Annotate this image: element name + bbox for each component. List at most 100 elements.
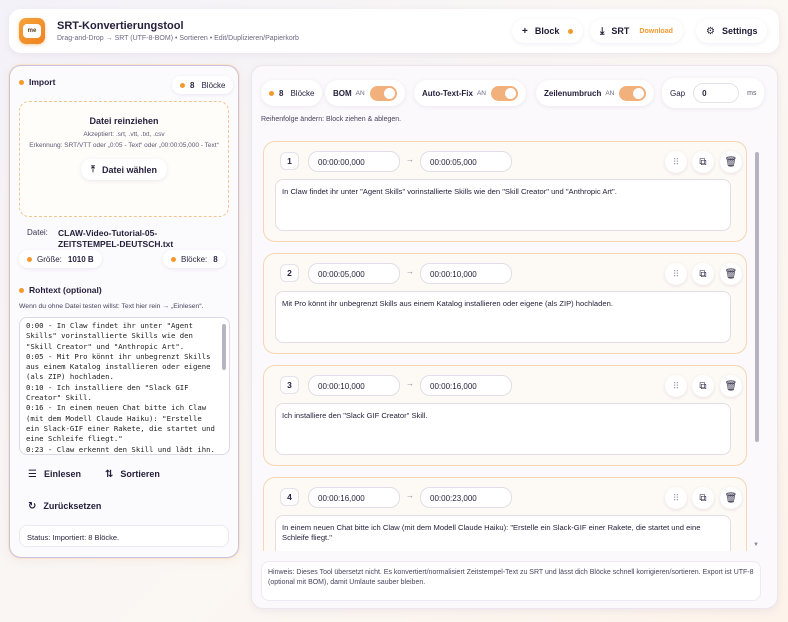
accent-dot	[19, 287, 24, 293]
subtitle-block[interactable]: 2 00:00:05,000 → 00:00:10,000 ⠿ ⧉ 🗑 Mit …	[263, 253, 747, 354]
trash-icon[interactable]: 🗑	[720, 375, 742, 397]
reset-icon: ↻	[28, 500, 37, 512]
read-in-label: Einlesen	[43, 469, 81, 479]
block-text-input[interactable]: In Claw findet ihr unter "Agent Skills" …	[275, 179, 731, 231]
accent-dot	[269, 90, 274, 96]
wrap-switch[interactable]	[619, 85, 647, 101]
list-icon: ☰	[28, 468, 37, 480]
gap-label: Gap	[670, 88, 686, 98]
file-blocks-label: Blöcke:	[181, 254, 208, 264]
block-text-input[interactable]: In einem neuen Chat bitte ich Claw (mit …	[275, 515, 731, 551]
drop-accepted: Akzeptiert: .srt, .vtt, .txt, .csv	[83, 131, 165, 138]
file-dropzone[interactable]: Datei reinziehen Akzeptiert: .srt, .vtt,…	[19, 101, 229, 217]
app-header: me SRT-Konvertierungstool Drag-and-Drop …	[9, 9, 779, 53]
rawtext-input[interactable]: 0:00 - In Claw findet ihr unter "Agent S…	[19, 317, 230, 455]
autofix-switch[interactable]	[491, 85, 518, 101]
duplicate-icon[interactable]: ⧉	[692, 263, 714, 285]
read-in-button[interactable]: ☰ Einlesen	[20, 463, 89, 485]
file-size-badge: Größe: 1010 B	[19, 250, 102, 268]
file-size-label: Größe:	[37, 254, 62, 264]
bom-toggle[interactable]: BOM AN	[325, 80, 405, 106]
gear-icon: ⚙	[706, 25, 715, 37]
choose-file-button[interactable]: ⤒ Datei wählen	[81, 159, 167, 181]
block-text-input[interactable]: Mit Pro könnt ihr unbegrenzt Skills aus …	[275, 291, 731, 343]
accent-dot	[171, 256, 176, 262]
settings-button[interactable]: ⚙ Settings	[696, 19, 768, 43]
blocks-count: 8	[279, 88, 284, 98]
srt-label: SRT	[611, 26, 630, 36]
srt-download-button[interactable]: ⤓ SRT Download	[590, 19, 683, 43]
rawtext-title: Rohtext (optional)	[19, 285, 102, 295]
blocks-list: 1 00:00:00,000 → 00:00:05,000 ⠿ ⧉ 🗑 In C…	[263, 141, 755, 551]
trash-icon[interactable]: 🗑	[720, 263, 742, 285]
import-panel: Import 8 Blöcke Datei reinziehen Akzepti…	[9, 65, 239, 558]
rawtext-scrollbar[interactable]	[222, 324, 226, 370]
blocks-scrollbar[interactable]	[755, 152, 759, 442]
download-icon: ⤓	[600, 25, 605, 37]
sort-button[interactable]: ⇅ Sortieren	[97, 463, 168, 485]
block-number: 3	[280, 376, 299, 394]
autofix-toggle[interactable]: Auto-Text-Fix AN	[414, 80, 526, 106]
duplicate-icon[interactable]: ⧉	[692, 151, 714, 173]
block-number: 1	[280, 152, 299, 170]
sort-icon: ⇅	[105, 468, 114, 480]
file-blocks-badge: Blöcke: 8	[163, 250, 226, 268]
add-block-button[interactable]: + Block	[512, 19, 584, 43]
rawtext-title-text: Rohtext (optional)	[29, 285, 102, 295]
arrow-icon: →	[406, 491, 414, 500]
reset-label: Zurücksetzen	[43, 501, 102, 511]
block-text-input[interactable]: Ich installiere den "Slack GIF Creator" …	[275, 403, 731, 455]
arrow-icon: →	[406, 155, 414, 164]
app-logo: me	[19, 18, 45, 44]
subtitle-block[interactable]: 4 00:00:16,000 → 00:00:23,000 ⠿ ⧉ 🗑 In e…	[263, 477, 747, 551]
autofix-label: Auto-Text-Fix	[422, 88, 473, 98]
accent-dot	[180, 82, 185, 88]
footer-hint: Hinweis: Dieses Tool übersetzt nicht. Es…	[261, 561, 761, 601]
subtitle-block[interactable]: 3 00:00:10,000 → 00:00:16,000 ⠿ ⧉ 🗑 Ich …	[263, 365, 747, 466]
import-title-text: Import	[29, 77, 56, 87]
scroll-down-icon[interactable]: ▼	[753, 542, 759, 548]
bom-switch[interactable]	[369, 85, 397, 101]
status-line: Status: Importiert: 8 Blöcke.	[19, 525, 229, 547]
end-time-input[interactable]: 00:00:23,000	[420, 487, 512, 508]
file-size-value: 1010 B	[67, 254, 94, 264]
download-label: Download	[639, 27, 673, 35]
wrap-toggle[interactable]: Zeilenumbruch AN	[536, 80, 655, 106]
file-blocks-value: 8	[213, 254, 218, 264]
logo-text: me	[23, 24, 41, 38]
subtitle-block[interactable]: 1 00:00:00,000 → 00:00:05,000 ⠿ ⧉ 🗑 In C…	[263, 141, 747, 242]
import-count-badge: 8 Blöcke	[172, 76, 234, 94]
file-label: Datei:	[27, 228, 48, 237]
end-time-input[interactable]: 00:00:05,000	[420, 151, 512, 172]
start-time-input[interactable]: 00:00:16,000	[308, 487, 400, 508]
start-time-input[interactable]: 00:00:10,000	[308, 375, 400, 396]
trash-icon[interactable]: 🗑	[720, 151, 742, 173]
gap-setting: Gap 0 ms	[662, 78, 765, 108]
sort-label: Sortieren	[120, 469, 160, 479]
duplicate-icon[interactable]: ⧉	[692, 487, 714, 509]
reset-button[interactable]: ↻ Zurücksetzen	[20, 495, 109, 517]
grip-icon[interactable]: ⠿	[665, 487, 687, 509]
start-time-input[interactable]: 00:00:05,000	[308, 263, 400, 284]
bom-label: BOM	[333, 88, 352, 98]
accent-dot	[19, 79, 24, 85]
end-time-input[interactable]: 00:00:16,000	[420, 375, 512, 396]
gap-unit: ms	[747, 89, 757, 97]
end-time-input[interactable]: 00:00:10,000	[420, 263, 512, 284]
wrap-state: AN	[605, 89, 615, 97]
grip-icon[interactable]: ⠿	[665, 375, 687, 397]
grip-icon[interactable]: ⠿	[665, 151, 687, 173]
gap-input[interactable]: 0	[693, 83, 740, 103]
start-time-input[interactable]: 00:00:00,000	[308, 151, 400, 172]
drop-detect: Erkennung: SRT/VTT oder „0:05 - Text“ od…	[29, 142, 219, 150]
duplicate-icon[interactable]: ⧉	[692, 375, 714, 397]
drop-title: Datei reinziehen	[89, 116, 159, 126]
rawtext-hint: Wenn du ohne Datei testen willst: Text h…	[19, 303, 204, 310]
trash-icon[interactable]: 🗑	[720, 487, 742, 509]
import-count-label: Blöcke	[201, 80, 226, 90]
grip-icon[interactable]: ⠿	[665, 263, 687, 285]
app-subtitle: Drag-and-Drop → SRT (UTF-8-BOM) • Sortie…	[57, 35, 299, 42]
upload-icon: ⤒	[91, 164, 95, 175]
brand: SRT-Konvertierungstool Drag-and-Drop → S…	[57, 20, 299, 42]
import-title: Import	[19, 77, 55, 87]
